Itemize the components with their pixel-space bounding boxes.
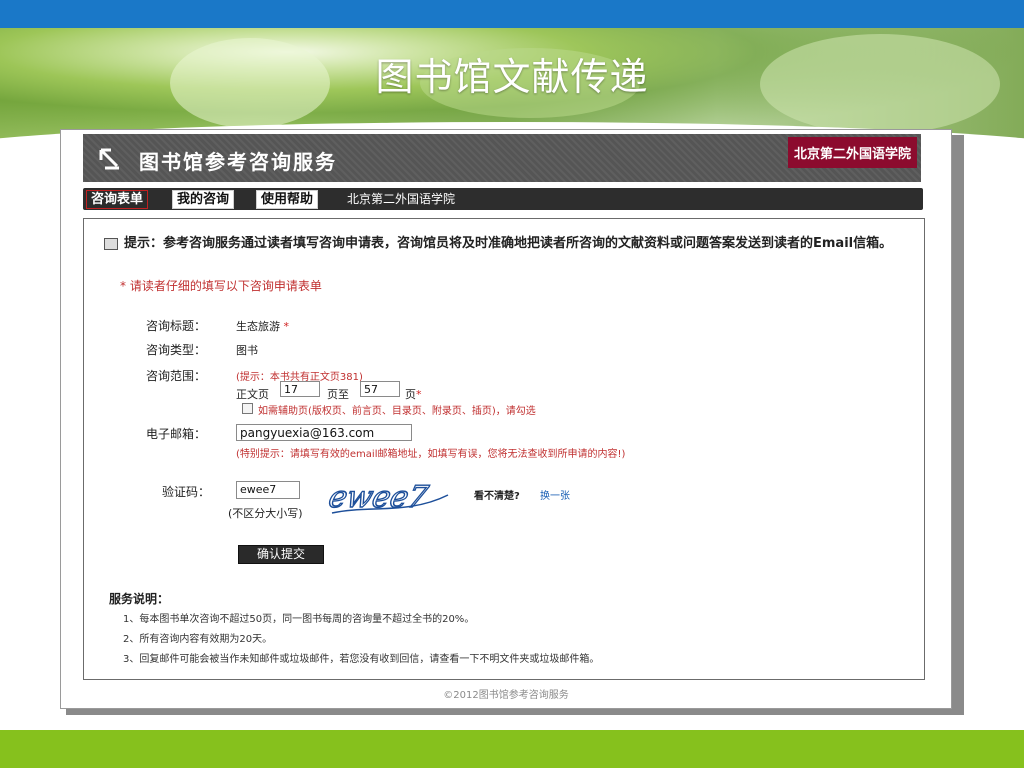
notice-text: 提示：参考咨询服务通过读者填写咨询申请表，咨询馆员将及时准确地把读者所咨询的文献… [124,236,893,251]
system-title: 图书馆参考咨询服务 [139,150,337,174]
email-label: 电子邮箱： [146,427,207,441]
service-banner: 图书馆参考咨询服务 北京第二外国语学院 [83,134,921,182]
notice-icon [104,237,118,250]
title-label: 咨询标题： [146,319,207,333]
captcha-case-note: (不区分大小写) [228,507,303,520]
captcha-input[interactable]: ewee7 [236,481,300,499]
type-value: 图书 [236,344,258,357]
service-item-2: 2、所有咨询内容有效期为20天。 [123,634,273,645]
footer-copyright: ©2012图书馆参考咨询服务 [443,690,569,701]
slide-title: 图书馆文献传递 [375,55,649,99]
tab-school-link[interactable]: 北京第二外国语学院 [347,190,455,208]
captcha-refresh-link[interactable]: 换一张 [540,487,570,502]
notice: 提示：参考咨询服务通过读者填写咨询申请表，咨询馆员将及时准确地把读者所咨询的文献… [104,235,914,253]
service-item-3: 3、回复邮件可能会被当作未知邮件或垃圾邮件，若您没有收到回信，请查看一下不明文件… [123,654,600,665]
top-blue-band [0,0,1024,30]
range-unit: 页* [405,388,422,401]
range-from-label: 正文页 [236,388,269,401]
title-value: 生态旅游 * [236,320,290,333]
range-label: 咨询范围： [146,369,207,383]
tab-consult-form[interactable]: 咨询表单 [86,190,149,209]
service-item-1: 1、每本图书单次咨询不超过50页，同一图书每周的咨询量不超过全书的20%。 [123,614,475,625]
school-badge: 北京第二外国语学院 [787,137,917,168]
slide: 图书馆文献传递 图书馆参考咨询服务 北京第二外国语学院 咨询表单 我的咨询 使用… [0,0,1024,768]
captcha-image: ewee7 [328,480,449,516]
tab-bar: 咨询表单 我的咨询 使用帮助 北京第二外国语学院 [83,188,923,210]
service-title: 服务说明： [109,592,170,606]
range-from-input[interactable]: 17 [280,381,320,397]
email-input[interactable]: pangyuexia@163.com [236,424,412,441]
tab-my-consult[interactable]: 我的咨询 [172,190,235,209]
email-tip: (特别提示：请填写有效的email邮箱地址，如填写有误，您将无法查收到所申请的内… [236,449,626,460]
range-to-label: 页至 [327,388,349,401]
captcha-unclear: 看不清楚? [474,491,520,502]
submit-button[interactable]: 确认提交 [238,545,324,564]
type-label: 咨询类型： [146,343,207,357]
tab-help[interactable]: 使用帮助 [256,190,319,209]
title-required-mark: * [283,320,290,333]
instruction: * 请读者仔细的填写以下咨询申请表单 [120,279,322,293]
range-to-input[interactable]: 57 [360,381,400,397]
return-arrow-icon [99,148,119,170]
captcha-label: 验证码： [162,485,211,499]
svg-text:ewee7: ewee7 [328,480,432,515]
aux-pages-label: 如需辅助页(版权页、前言页、目录页、附录页、插页)，请勾选 [258,406,536,417]
aux-pages-checkbox[interactable] [242,403,253,414]
embedded-screenshot: 图书馆参考咨询服务 北京第二外国语学院 咨询表单 我的咨询 使用帮助 北京第二外… [60,129,952,709]
bottom-green-band [0,730,1024,768]
